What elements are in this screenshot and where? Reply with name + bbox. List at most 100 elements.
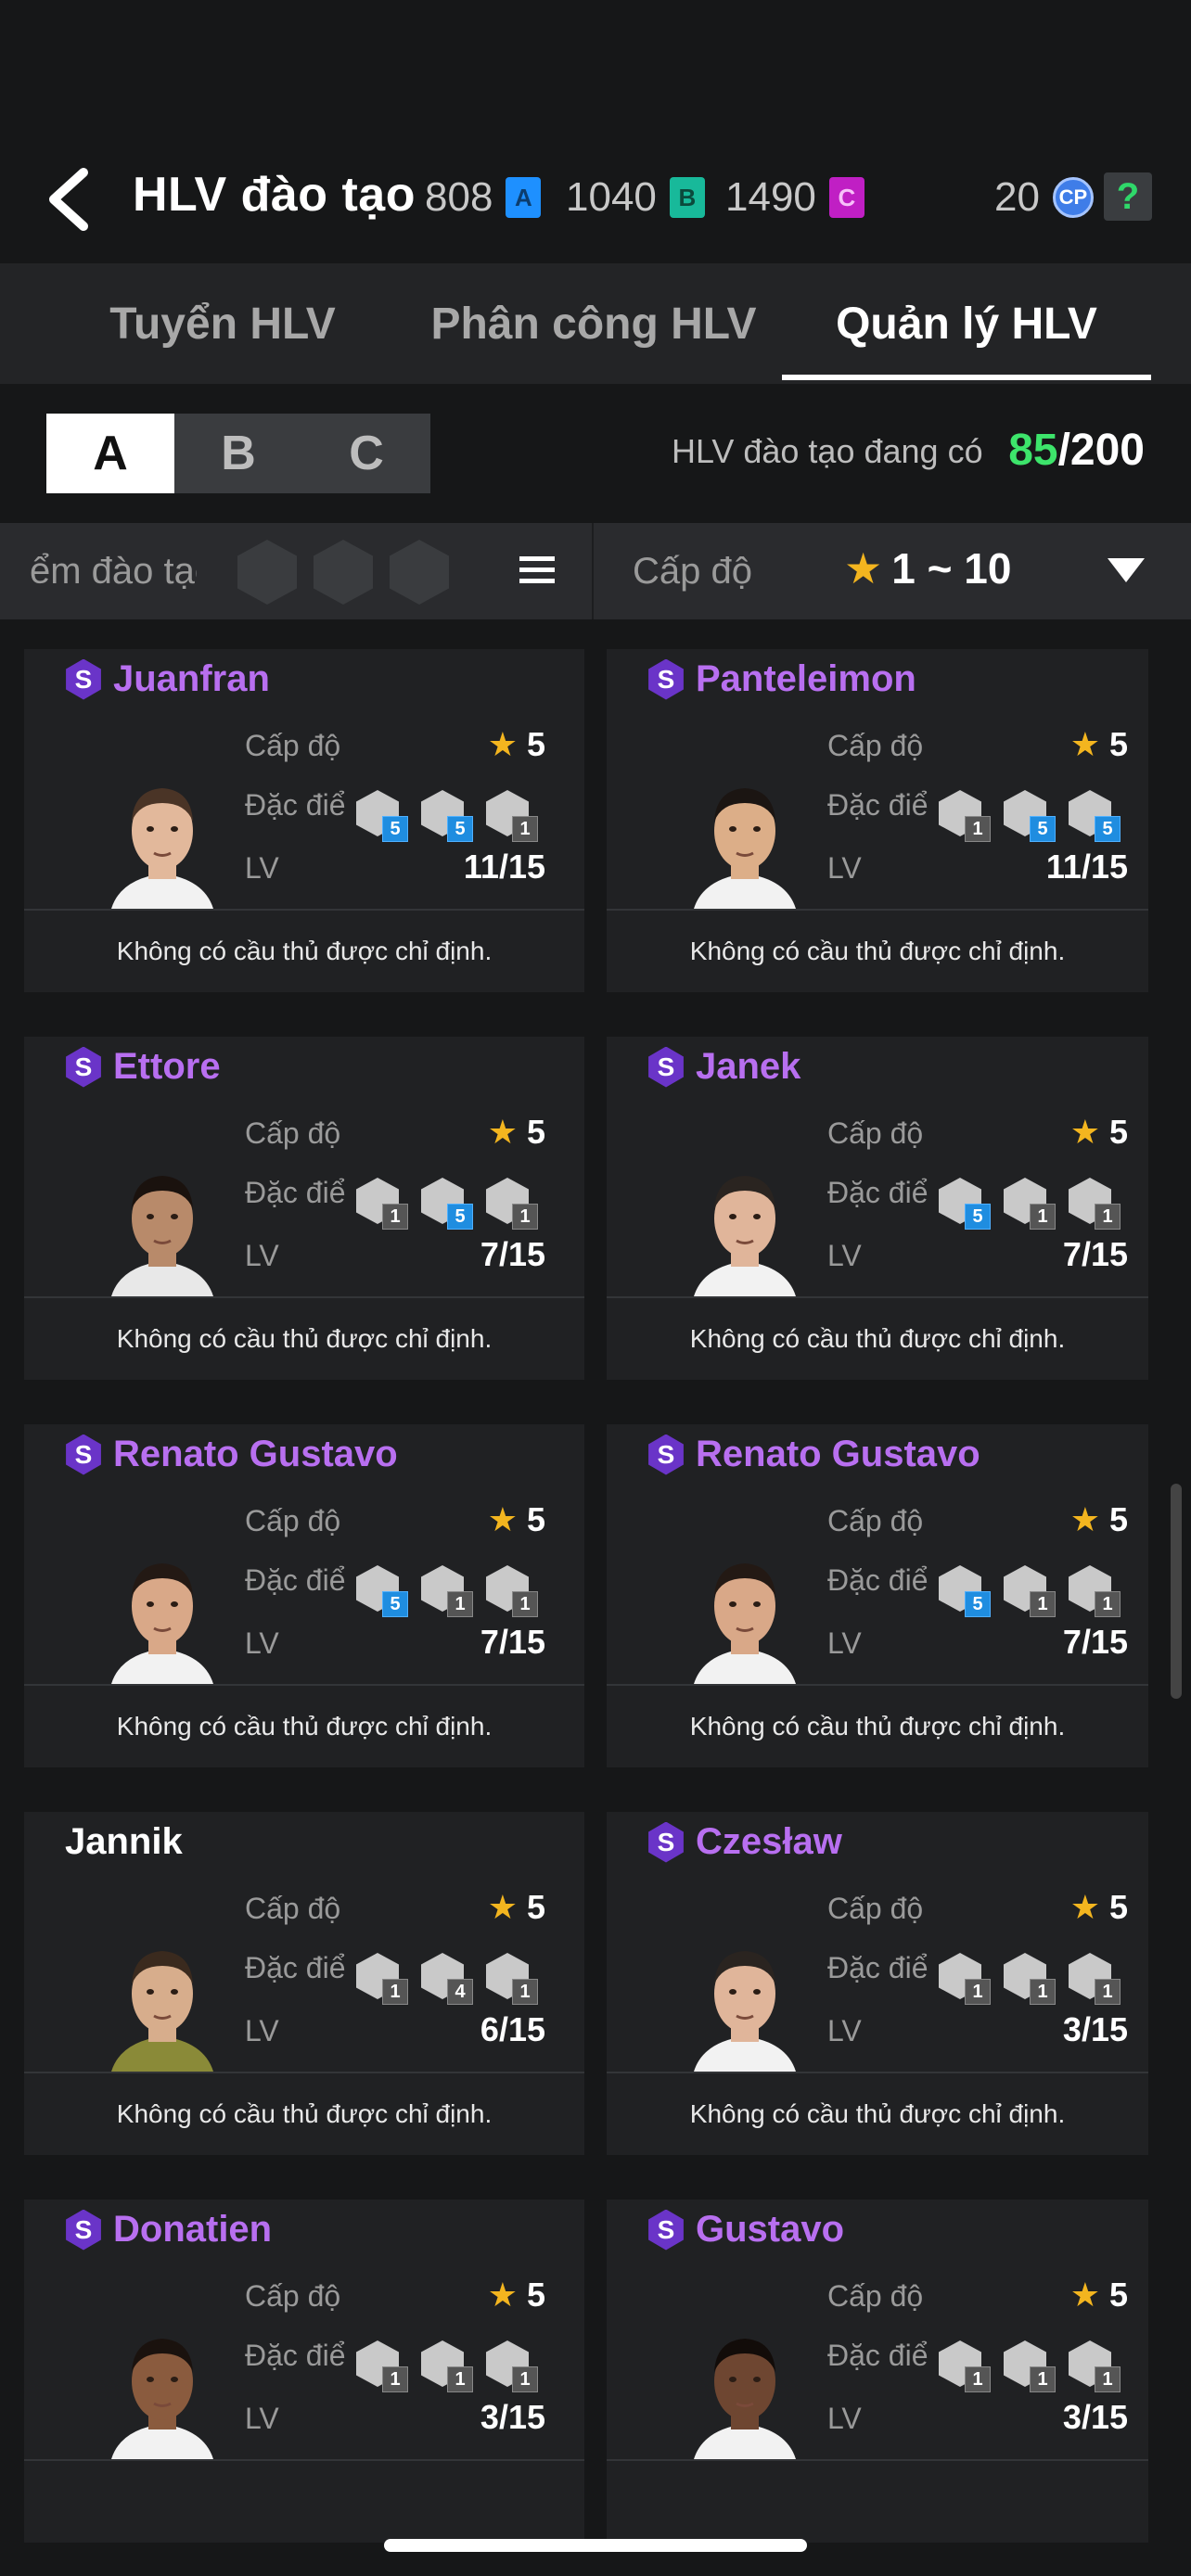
trait-icon: 1 xyxy=(421,2339,475,2392)
coach-avatar xyxy=(685,1932,805,2072)
lv-label: LV xyxy=(827,2402,862,2435)
chevron-down-icon[interactable] xyxy=(1108,558,1145,582)
currency-c-icon: C xyxy=(828,177,864,218)
star-icon: ★ xyxy=(1069,725,1100,763)
currency-c-value: 1490 xyxy=(725,174,816,220)
coach-avatar xyxy=(102,1932,223,2072)
trait-level: 1 xyxy=(512,816,538,842)
trait-label: Đặc điểm xyxy=(827,1563,929,1597)
coach-face-icon xyxy=(111,1563,213,1684)
cp-value: 20 xyxy=(994,174,1040,220)
trait-slot-icon[interactable] xyxy=(390,540,449,605)
trait-level: 1 xyxy=(512,2366,538,2392)
assigned-player-text: Không có cầu thủ được chỉ định. xyxy=(116,2099,493,2128)
level-label: Cấp độ xyxy=(245,729,341,762)
level-label: Cấp độ xyxy=(827,729,924,762)
coach-card[interactable]: SRenato Gustavo Cấp độ ★5 Đặc điểm 5 1 1… xyxy=(24,1424,584,1767)
coach-card[interactable]: SJanek Cấp độ ★5 Đặc điểm 5 1 1 LV 7/15 xyxy=(607,1037,1148,1380)
coach-card[interactable]: S Czesław Cấp độ ★5 Đặc điểm 1 1 1 LV 3/1… xyxy=(607,1812,1148,2155)
coach-name-text: Czesław xyxy=(696,1821,842,1862)
trait-icon: 1 xyxy=(356,2339,410,2392)
trait-filter[interactable]: ểm đào tạo xyxy=(0,523,594,619)
trait-icon: 5 xyxy=(421,788,475,842)
trait-list: 5 1 1 xyxy=(939,1563,1122,1617)
level-number: 5 xyxy=(1108,725,1128,763)
lv-value: 7/15 xyxy=(1062,1623,1128,1661)
assigned-player-text xyxy=(24,2461,584,2543)
currency-b-value: 1040 xyxy=(566,174,657,220)
trait-level: 1 xyxy=(512,1204,538,1230)
segment-c[interactable]: C xyxy=(302,414,430,493)
trait-list: 5 5 1 xyxy=(356,788,540,842)
trait-icon: 1 xyxy=(939,788,992,842)
trait-level: 1 xyxy=(1095,1204,1121,1230)
level-value: ★ 5 xyxy=(488,1888,545,1927)
currency-a: 808 A xyxy=(425,174,542,221)
lv-label: LV xyxy=(827,1626,862,1660)
coach-avatar xyxy=(102,2320,223,2459)
coach-card[interactable]: SPanteleimon Cấp độ ★5 Đặc điểm 1 5 5 LV… xyxy=(607,649,1148,992)
coach-card[interactable]: SJuanfran Cấp độ ★5 Đặc điểm 5 5 1 LV 11… xyxy=(24,649,584,992)
trait-level: 5 xyxy=(447,1204,473,1230)
trait-icon: 1 xyxy=(1069,1563,1122,1617)
level-filter-dropdown[interactable]: ★ 1 ~ 10 xyxy=(844,543,1011,593)
trait-level: 1 xyxy=(382,1979,408,2005)
currency-b-icon: B xyxy=(669,177,705,218)
star-icon: ★ xyxy=(487,1888,518,1926)
help-button[interactable]: ? xyxy=(1104,172,1152,221)
star-icon: ★ xyxy=(1069,1113,1100,1151)
active-tab-indicator xyxy=(782,375,1151,380)
coach-count-label: HLV đào tạo đang có xyxy=(672,432,983,470)
coach-card[interactable]: S Gustavo Cấp độ ★5 Đặc điểm 1 1 1 LV 3/1… xyxy=(607,2200,1148,2543)
trait-icon: 1 xyxy=(486,1176,540,1230)
menu-icon[interactable] xyxy=(519,555,555,586)
star-icon: ★ xyxy=(487,2276,518,2314)
assigned-player-text: Không có cầu thủ được chỉ định. xyxy=(689,1324,1066,1353)
coach-card[interactable]: Jannik Cấp độ ★5 Đặc điểm 1 4 1 LV 6/15 xyxy=(24,1812,584,2155)
trait-slot-icon[interactable] xyxy=(314,540,373,605)
trait-slot-icon[interactable] xyxy=(237,540,297,605)
level-value: ★ 5 xyxy=(1070,725,1128,764)
trait-icon: 5 xyxy=(356,788,410,842)
lv-label: LV xyxy=(245,2014,279,2047)
coach-face-icon xyxy=(111,1951,213,2072)
tab-assign-coach[interactable]: Phân công HLV xyxy=(427,263,761,384)
scrollbar[interactable] xyxy=(1171,1484,1182,1699)
coach-name: S Czesław xyxy=(646,1821,842,1863)
trait-icon: 1 xyxy=(356,1951,410,2005)
coach-avatar xyxy=(685,2320,805,2459)
tab-manage-coach[interactable]: Quản lý HLV xyxy=(782,263,1151,384)
trait-filter-slots xyxy=(237,540,449,605)
level-filter-label: Cấp độ xyxy=(633,551,752,592)
trait-icon: 1 xyxy=(1069,1176,1122,1230)
level-range-value: 1 ~ 10 xyxy=(891,544,1012,593)
coach-card[interactable]: S Donatien Cấp độ ★5 Đặc điểm 1 1 1 LV 3/… xyxy=(24,2200,584,2543)
coach-name: S Ettore xyxy=(63,1046,221,1088)
segment-a[interactable]: A xyxy=(46,414,174,493)
star-icon: ★ xyxy=(487,725,518,763)
trait-icon: 1 xyxy=(486,788,540,842)
level-value: ★ 5 xyxy=(1070,1113,1128,1152)
tab-recruit-coach[interactable]: Tuyển HLV xyxy=(56,263,390,384)
trait-level: 1 xyxy=(512,1979,538,2005)
coach-card[interactable]: SEttore Cấp độ ★5 Đặc điểm 1 5 1 LV 7/15 xyxy=(24,1037,584,1380)
coach-name-text: Ettore xyxy=(113,1046,221,1087)
coach-count-current: 85 xyxy=(1008,426,1058,475)
back-button[interactable] xyxy=(35,159,100,239)
trait-icon: 1 xyxy=(1004,1951,1057,2005)
trait-list: 1 4 1 xyxy=(356,1951,540,2005)
level-number: 5 xyxy=(526,1888,545,1926)
coach-name: S Gustavo xyxy=(646,2209,844,2251)
trait-level: 1 xyxy=(382,1204,408,1230)
coach-avatar xyxy=(685,1157,805,1296)
currency-a-icon: A xyxy=(506,177,542,218)
coach-card[interactable]: SRenato Gustavo Cấp độ ★5 Đặc điểm 5 1 1… xyxy=(607,1424,1148,1767)
level-label: Cấp độ xyxy=(827,1504,924,1537)
trait-level: 1 xyxy=(1095,2366,1121,2392)
trait-icon: 1 xyxy=(486,2339,540,2392)
trait-icon: 1 xyxy=(486,1951,540,2005)
coach-face-icon xyxy=(111,788,213,909)
star-icon: ★ xyxy=(487,1500,518,1538)
trait-label: Đặc điểm xyxy=(827,1176,929,1209)
segment-b[interactable]: B xyxy=(174,414,302,493)
